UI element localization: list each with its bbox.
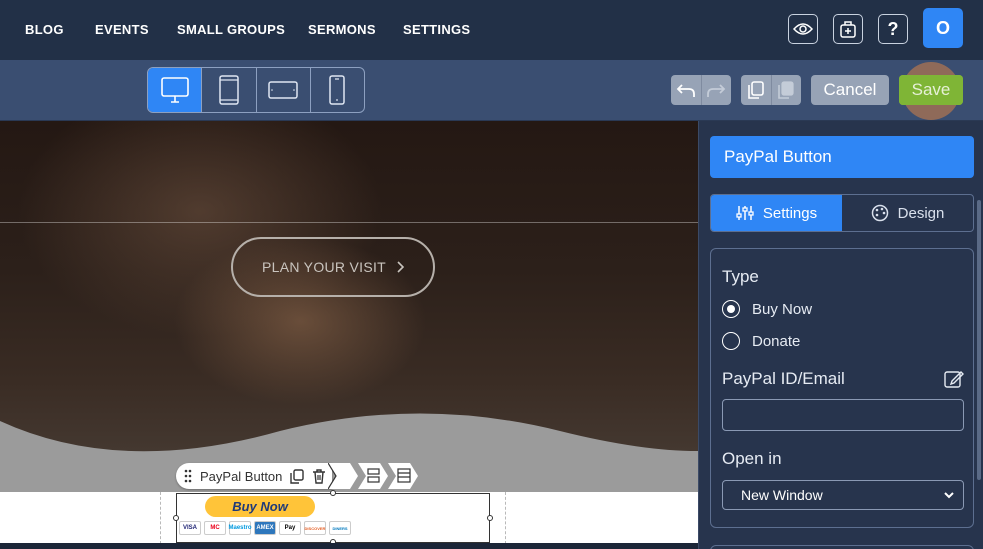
paste-icon [778, 81, 794, 99]
settings-panel: PayPal Button Settings Design Type Buy N… [698, 121, 983, 549]
type-option-buy-now[interactable]: Buy Now [722, 300, 812, 318]
open-in-label: Open in [722, 449, 782, 468]
selected-paypal-widget[interactable]: Buy Now VISA MC Maestro AMEX Pay DISCOVE… [173, 490, 493, 545]
tab-settings-label: Settings [762, 204, 818, 222]
edit-icon[interactable] [944, 369, 964, 389]
open-in-select[interactable]: New Window [722, 480, 964, 510]
top-navbar: BLOG EVENTS SMALL GROUPS SERMONS SETTING… [0, 0, 983, 60]
tablet-landscape-icon [268, 81, 298, 99]
paypal-id-input[interactable] [722, 399, 964, 431]
panel-tabs: Settings Design [710, 194, 974, 232]
widget-name-label: PayPal Button [200, 468, 283, 484]
user-avatar[interactable]: O [923, 8, 963, 48]
device-tablet-button[interactable] [202, 68, 257, 112]
nav-small-groups[interactable]: SMALL GROUPS [177, 22, 285, 37]
chevron-down-icon [944, 492, 954, 499]
history-controls [671, 75, 731, 105]
copy-button[interactable] [741, 75, 772, 105]
visa-logo: VISA [179, 521, 201, 535]
site-kit-button[interactable] [833, 14, 863, 44]
drag-handle-icon[interactable] [184, 469, 192, 483]
cancel-button[interactable]: Cancel [811, 75, 889, 105]
save-button-label[interactable]: Save [899, 75, 963, 105]
payment-card-logos: VISA MC Maestro AMEX Pay DISCOVER DINERS [179, 521, 351, 535]
resize-handle-right[interactable] [487, 515, 493, 521]
section-chevron [328, 463, 359, 489]
mastercard-logo: MC [204, 521, 226, 535]
open-in-value: New Window [741, 487, 823, 503]
site-kit-icon [840, 21, 856, 38]
row-chevron[interactable] [358, 463, 392, 489]
clipboard-controls [741, 75, 801, 105]
device-tablet-landscape-button[interactable] [257, 68, 311, 112]
widget-toolbar: PayPal Button [176, 463, 422, 489]
nav-events[interactable]: EVENTS [95, 22, 149, 37]
resize-handle-top[interactable] [330, 490, 336, 496]
type-option-buy-now-label: Buy Now [752, 300, 813, 318]
canvas-bottom-edge [0, 543, 698, 549]
copy-icon [747, 81, 764, 99]
paste-button[interactable] [772, 75, 802, 105]
paypal-buy-now-button[interactable]: Buy Now [205, 496, 315, 517]
undo-button[interactable] [671, 75, 702, 105]
delete-icon[interactable] [312, 468, 326, 484]
hero-divider [0, 222, 698, 223]
radio-donate[interactable] [722, 332, 740, 350]
nav-sermons[interactable]: SERMONS [308, 22, 376, 37]
editor-toolbar: Cancel Save [0, 60, 983, 121]
nav-settings[interactable]: SETTINGS [403, 22, 470, 37]
paypal-id-label: PayPal ID/Email [722, 369, 845, 388]
redo-icon [707, 84, 726, 97]
device-switcher [147, 67, 365, 113]
tab-settings[interactable]: Settings [711, 195, 842, 231]
next-settings-section [710, 545, 974, 549]
mobile-icon [329, 75, 346, 105]
help-button[interactable]: ? [878, 14, 908, 44]
diners-logo: DINERS [329, 521, 351, 535]
panel-scrollbar[interactable] [977, 200, 981, 480]
page-canvas: PLAN YOUR VISIT PayPal Button Buy Now VI… [0, 121, 698, 549]
palette-icon [871, 204, 888, 222]
sliders-icon [736, 206, 754, 220]
type-option-donate[interactable]: Donate [722, 332, 800, 350]
column-chevron[interactable] [388, 463, 422, 489]
tab-design[interactable]: Design [842, 195, 973, 231]
settings-form: Type Buy Now Donate PayPal ID/Email Open… [710, 248, 974, 528]
apple-pay-logo: Pay [279, 521, 301, 535]
preview-button[interactable] [788, 14, 818, 44]
discover-logo: DISCOVER [304, 521, 326, 535]
amex-logo: AMEX [254, 521, 276, 535]
plan-your-visit-label: PLAN YOUR VISIT [261, 259, 387, 275]
column-guide-left [160, 492, 161, 544]
nav-blog[interactable]: BLOG [25, 22, 64, 37]
undo-icon [676, 84, 695, 97]
maestro-logo: Maestro [229, 521, 252, 535]
type-option-donate-label: Donate [752, 332, 801, 350]
column-guide-right [505, 492, 506, 544]
help-icon: ? [887, 18, 899, 39]
tab-design-label: Design [897, 204, 945, 222]
tablet-icon [219, 75, 239, 105]
panel-title: PayPal Button [710, 136, 974, 178]
eye-icon [793, 23, 813, 35]
app: BLOG EVENTS SMALL GROUPS SERMONS SETTING… [0, 0, 983, 549]
chevron-right-icon [397, 261, 405, 273]
type-label: Type [722, 267, 759, 286]
device-desktop-button[interactable] [148, 68, 203, 112]
duplicate-icon[interactable] [290, 468, 305, 484]
desktop-icon [160, 77, 189, 103]
plan-your-visit-button[interactable]: PLAN YOUR VISIT [231, 237, 435, 297]
widget-toolbar-pill: PayPal Button [176, 463, 333, 489]
redo-button[interactable] [702, 75, 732, 105]
device-mobile-button[interactable] [311, 68, 364, 112]
radio-buy-now[interactable] [722, 300, 740, 318]
